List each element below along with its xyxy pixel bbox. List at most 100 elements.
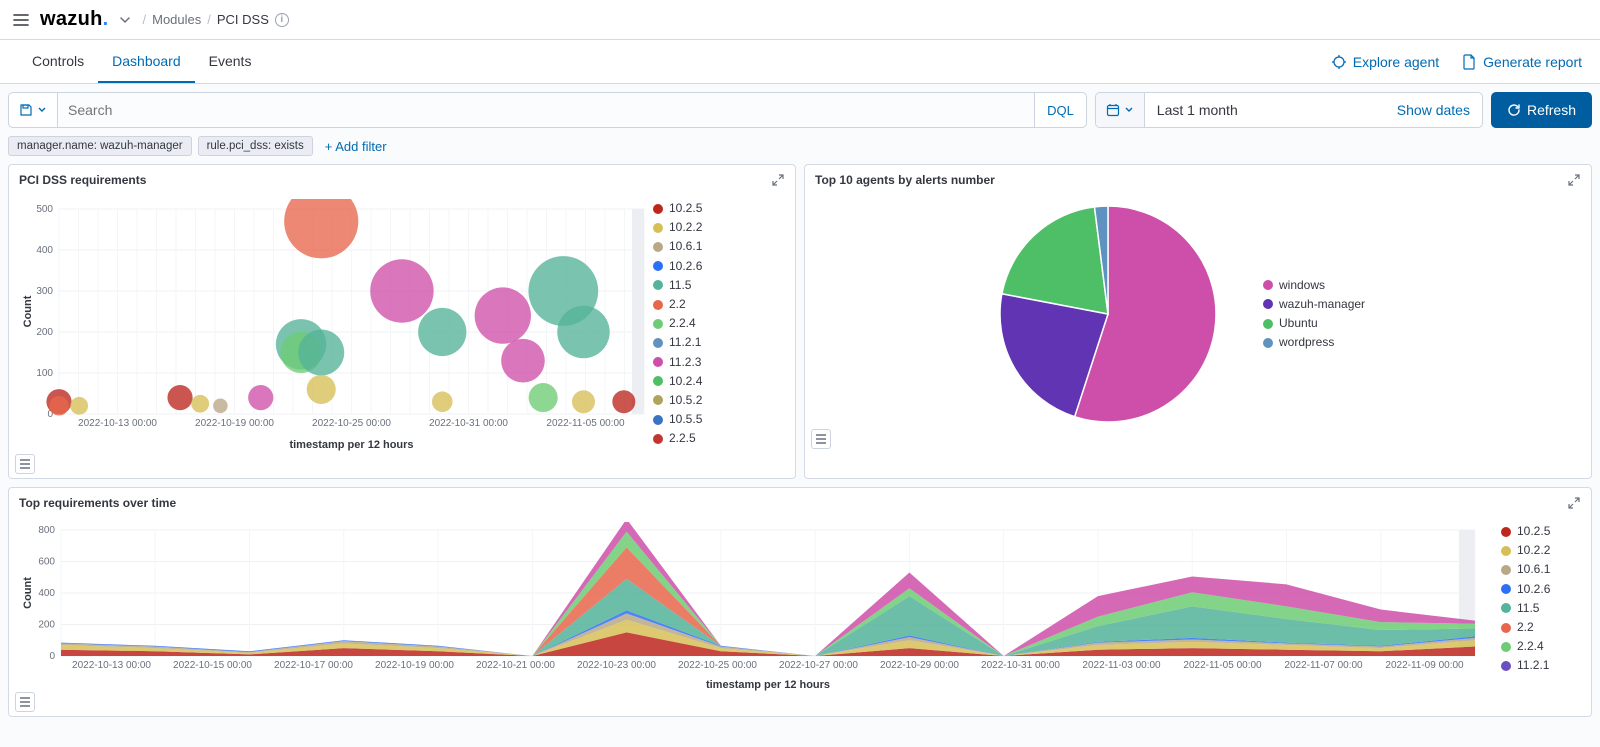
legend-item[interactable]: 2.2.4 [653, 314, 702, 333]
svg-text:800: 800 [38, 525, 55, 536]
legend-item[interactable]: 11.2.3 [653, 353, 702, 372]
legend-item[interactable]: 10.2.2 [1501, 541, 1581, 560]
svg-text:2022-10-27 00:00: 2022-10-27 00:00 [779, 660, 858, 671]
tab-dashboard[interactable]: Dashboard [98, 41, 195, 83]
svg-text:2022-10-25 00:00: 2022-10-25 00:00 [312, 418, 391, 429]
legend-item[interactable]: 11.5 [653, 276, 702, 295]
svg-text:200: 200 [38, 620, 55, 631]
legend-item[interactable]: 10.2.5 [653, 199, 702, 218]
legend-item[interactable]: 10.6.1 [653, 237, 702, 256]
legend-item[interactable]: 2.2.4 [1501, 637, 1581, 656]
svg-text:2022-10-29 00:00: 2022-10-29 00:00 [880, 660, 959, 671]
area-legend: 10.2.510.2.210.6.110.2.611.52.22.2.411.2… [1501, 522, 1581, 692]
svg-text:Count: Count [22, 295, 34, 327]
filters-row: manager.name: wazuh-manager rule.pci_dss… [0, 136, 1600, 164]
legend-item[interactable]: 10.2.6 [1501, 580, 1581, 599]
svg-text:2022-10-31 00:00: 2022-10-31 00:00 [429, 418, 508, 429]
svg-text:2022-10-25 00:00: 2022-10-25 00:00 [678, 660, 757, 671]
legend-item[interactable]: 10.6.1 [1501, 560, 1581, 579]
breadcrumb-current: PCI DSS [217, 12, 269, 27]
svg-text:400: 400 [36, 245, 53, 256]
save-icon [19, 103, 33, 117]
tab-controls[interactable]: Controls [18, 41, 98, 83]
svg-text:400: 400 [38, 588, 55, 599]
tab-events[interactable]: Events [195, 41, 266, 83]
menu-toggle-button[interactable] [12, 11, 30, 29]
legend-item[interactable]: wazuh-manager [1263, 295, 1403, 314]
chevron-down-icon [1124, 105, 1134, 115]
generate-report-button[interactable]: Generate report [1461, 54, 1582, 70]
legend-item[interactable]: 10.5.5 [653, 410, 702, 429]
legend-item[interactable]: 10.2.4 [653, 372, 702, 391]
breadcrumb-root[interactable]: Modules [152, 12, 201, 27]
legend-item[interactable]: 10.2.6 [653, 257, 702, 276]
legend-toggle-button[interactable] [811, 429, 831, 449]
legend-item[interactable]: 10.2.2 [653, 218, 702, 237]
legend-item[interactable]: wordpress [1263, 333, 1403, 352]
panel-title: Top 10 agents by alerts number [815, 173, 995, 187]
svg-text:2022-10-13 00:00: 2022-10-13 00:00 [72, 660, 151, 671]
pie-legend: windowswazuh-managerUbuntuwordpress [1263, 276, 1403, 353]
filter-manager-name[interactable]: manager.name: wazuh-manager [8, 136, 192, 156]
svg-text:2022-11-05 00:00: 2022-11-05 00:00 [546, 418, 625, 429]
legend-item[interactable]: windows [1263, 276, 1403, 295]
dashboard: PCI DSS requirements 0100200300400500202… [0, 164, 1600, 725]
date-range-label[interactable]: Last 1 month [1145, 93, 1385, 127]
panel-title: Top requirements over time [19, 496, 176, 510]
svg-text:2022-10-13 00:00: 2022-10-13 00:00 [78, 418, 157, 429]
legend-item[interactable]: 2.2 [1501, 618, 1581, 637]
target-icon [1331, 54, 1347, 70]
legend-item[interactable]: 11.5 [1501, 599, 1581, 618]
explore-agent-button[interactable]: Explore agent [1331, 54, 1439, 70]
legend-item[interactable]: 10.5.2 [653, 391, 702, 410]
legend-item[interactable]: 10.2.5 [1501, 522, 1581, 541]
tabs-row: Controls Dashboard Events Explore agent … [0, 40, 1600, 84]
logo: wazuh. [40, 8, 108, 31]
date-quick-select[interactable] [1096, 93, 1145, 127]
svg-text:2022-10-19 00:00: 2022-10-19 00:00 [375, 660, 454, 671]
svg-text:100: 100 [36, 368, 53, 379]
topbar: wazuh. / Modules / PCI DSS i [0, 0, 1600, 40]
bubble-legend: 10.2.510.2.210.6.110.2.611.52.22.2.411.2… [653, 199, 702, 454]
svg-text:0: 0 [49, 651, 55, 662]
search-input[interactable] [58, 93, 1034, 127]
logo-dropdown[interactable] [118, 13, 132, 27]
svg-text:2022-10-19 00:00: 2022-10-19 00:00 [195, 418, 274, 429]
svg-text:2022-11-03 00:00: 2022-11-03 00:00 [1082, 660, 1161, 671]
legend-item[interactable]: 2.2 [653, 295, 702, 314]
saved-queries-button[interactable] [9, 93, 58, 127]
chevron-down-icon [37, 105, 47, 115]
expand-icon[interactable] [771, 173, 785, 187]
expand-icon[interactable] [1567, 173, 1581, 187]
svg-text:Count: Count [22, 577, 34, 609]
add-filter-button[interactable]: + Add filter [319, 139, 387, 154]
svg-text:2022-11-09 00:00: 2022-11-09 00:00 [1385, 660, 1464, 671]
area-chart: 0200400600800Count2022-10-13 00:002022-1… [19, 522, 1495, 692]
panel-pci-requirements: PCI DSS requirements 0100200300400500202… [8, 164, 796, 479]
show-dates-button[interactable]: Show dates [1385, 93, 1482, 127]
svg-text:2022-10-21 00:00: 2022-10-21 00:00 [476, 660, 555, 671]
info-icon[interactable]: i [275, 13, 289, 27]
legend-toggle-button[interactable] [15, 454, 35, 474]
legend-item[interactable]: 2.2.5 [653, 429, 702, 448]
svg-text:200: 200 [36, 327, 53, 338]
expand-icon[interactable] [1567, 496, 1581, 510]
pie-chart [993, 199, 1223, 429]
svg-text:2022-10-31 00:00: 2022-10-31 00:00 [981, 660, 1060, 671]
svg-text:500: 500 [36, 204, 53, 215]
dql-toggle[interactable]: DQL [1034, 93, 1086, 127]
legend-item[interactable]: 11.2.1 [1501, 656, 1581, 675]
date-group: Last 1 month Show dates [1095, 92, 1483, 128]
panel-title: PCI DSS requirements [19, 173, 146, 187]
legend-toggle-button[interactable] [15, 692, 35, 712]
filter-rule-pcidss[interactable]: rule.pci_dss: exists [198, 136, 313, 156]
legend-item[interactable]: 11.2.1 [653, 333, 702, 352]
panel-top-agents: Top 10 agents by alerts number windowswa… [804, 164, 1592, 479]
breadcrumb: / Modules / PCI DSS i [142, 12, 288, 27]
refresh-button[interactable]: Refresh [1491, 92, 1592, 128]
svg-text:2022-10-17 00:00: 2022-10-17 00:00 [274, 660, 353, 671]
legend-item[interactable]: Ubuntu [1263, 314, 1403, 333]
panel-requirements-over-time: Top requirements over time 0200400600800… [8, 487, 1592, 717]
bubble-chart: 01002003004005002022-10-13 00:002022-10-… [19, 199, 649, 454]
refresh-icon [1507, 103, 1521, 117]
